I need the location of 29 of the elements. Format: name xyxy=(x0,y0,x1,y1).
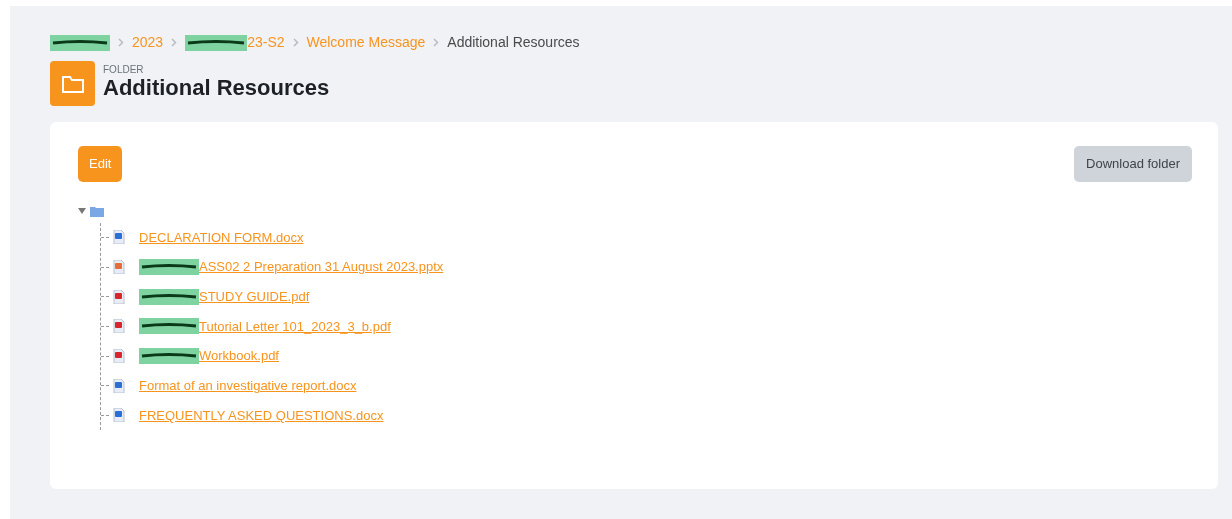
chevron-icon xyxy=(292,38,299,47)
expand-toggle-icon[interactable] xyxy=(78,207,86,215)
pdf-file-icon xyxy=(113,289,125,304)
pdf-file-icon xyxy=(113,319,125,334)
breadcrumb-link[interactable]: 23-S2 xyxy=(247,32,285,53)
page-kicker: FOLDER xyxy=(103,65,145,76)
file-link[interactable]: Workbook.pdf xyxy=(199,346,279,366)
document-file-icon xyxy=(113,230,125,245)
edit-button[interactable]: Edit xyxy=(78,146,123,182)
folder-icon xyxy=(90,205,104,217)
breadcrumb-current: Additional Resources xyxy=(447,33,580,52)
file-link[interactable]: FREQUENTLY ASKED QUESTIONS.docx xyxy=(139,405,384,426)
download-folder-button[interactable]: Download folder xyxy=(1074,146,1192,182)
slides-file-icon xyxy=(113,260,125,275)
breadcrumb-link[interactable]: Welcome Message xyxy=(306,32,426,53)
page-title: Additional Resources xyxy=(103,75,330,102)
breadcrumb-link[interactable]: 2023 xyxy=(132,32,164,53)
file-link[interactable]: Format of an investigative report.docx xyxy=(139,376,357,396)
document-file-icon xyxy=(113,408,125,423)
folder-icon xyxy=(50,61,95,106)
file-link[interactable]: Tutorial Letter 101_2023_3_b.pdf xyxy=(199,316,391,337)
document-file-icon xyxy=(113,378,125,393)
file-link[interactable]: STUDY GUIDE.pdf xyxy=(199,286,310,307)
chevron-icon xyxy=(433,38,440,47)
pdf-file-icon xyxy=(113,349,125,364)
file-link[interactable]: ASS02 2 Preparation 31 August 2023.pptx xyxy=(199,257,444,277)
chevron-icon xyxy=(118,38,124,47)
chevron-icon xyxy=(171,38,178,47)
file-link[interactable]: DECLARATION FORM.docx xyxy=(139,227,304,248)
